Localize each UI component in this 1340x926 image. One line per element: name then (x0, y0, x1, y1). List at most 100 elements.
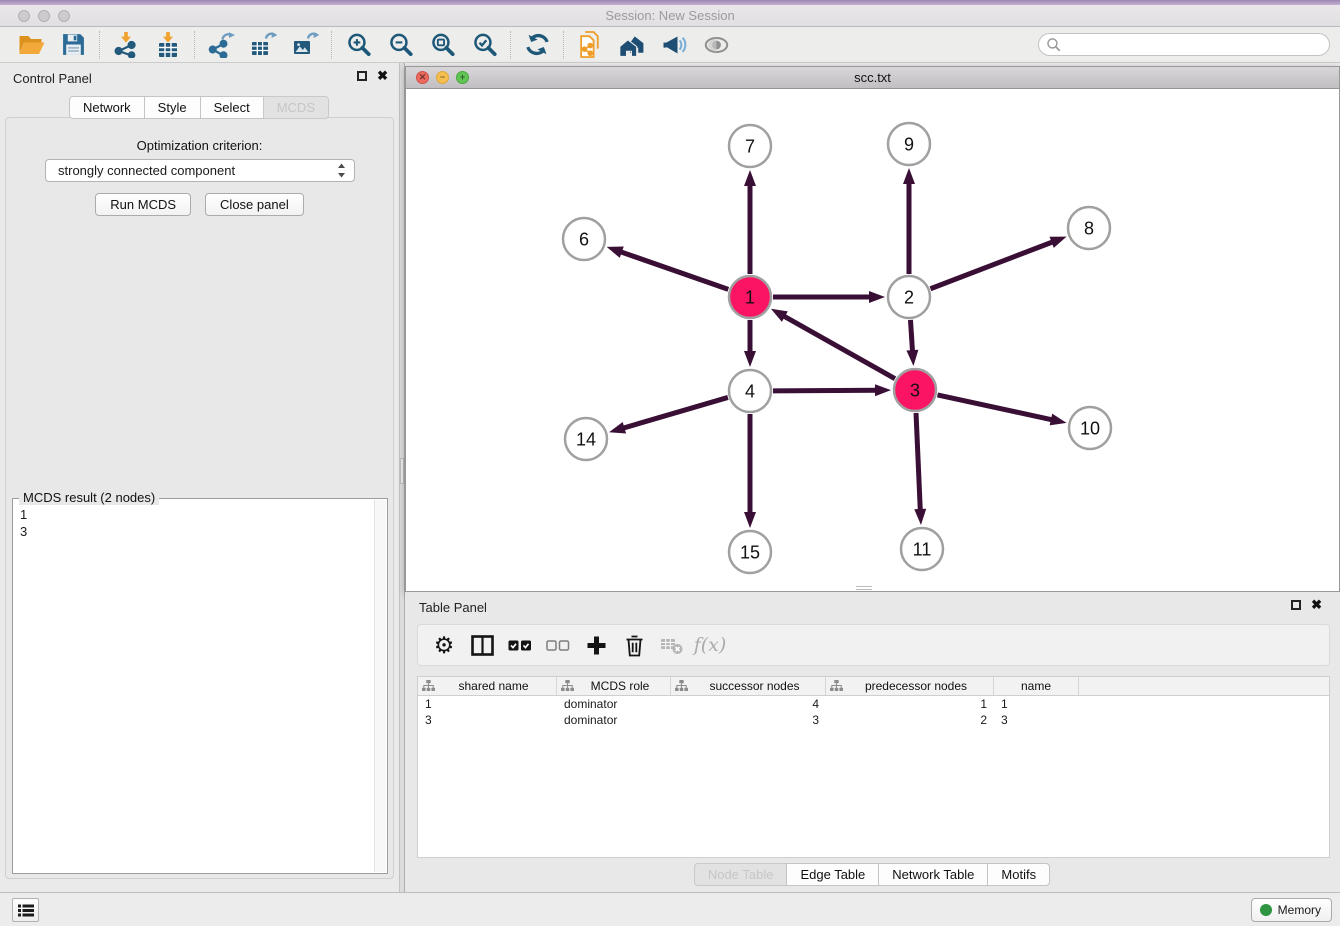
zoom-out-button[interactable] (379, 29, 421, 61)
close-panel-button[interactable]: Close panel (205, 193, 304, 216)
cell-predecessor-nodes[interactable]: 2 (826, 713, 994, 727)
zoom-selected-button[interactable] (463, 29, 505, 61)
save-session-button[interactable] (52, 29, 94, 61)
table-panel-float-icon[interactable] (1291, 600, 1301, 610)
new-network-icon (578, 31, 603, 58)
zoom-fit-button[interactable] (421, 29, 463, 61)
zoom-in-button[interactable] (337, 29, 379, 61)
zoom-out-icon (388, 32, 413, 57)
export-table-button[interactable] (242, 29, 284, 61)
announce-button[interactable] (653, 29, 695, 61)
cell-shared-name[interactable]: 1 (418, 697, 557, 711)
tab-motifs[interactable]: Motifs (987, 863, 1050, 886)
network-window-titlebar[interactable]: ✕ − + scc.txt (406, 67, 1339, 89)
export-image-button[interactable] (284, 29, 326, 61)
column-header-predecessor-nodes[interactable]: predecessor nodes (826, 677, 994, 695)
create-column-button[interactable] (582, 630, 610, 660)
table-settings-button[interactable]: ⚙ (430, 630, 458, 660)
graph-edge-1-6[interactable] (619, 251, 728, 289)
hierarchy-icon (422, 680, 435, 692)
graph-node-label: 14 (576, 429, 596, 449)
search-box[interactable] (1038, 33, 1330, 56)
graph-edge-arrowhead (869, 291, 885, 303)
tab-node-table[interactable]: Node Table (694, 863, 788, 886)
cell-predecessor-nodes[interactable]: 1 (826, 697, 994, 711)
control-panel-close-icon[interactable]: ✖ (377, 71, 388, 81)
graph-edge-3-11[interactable] (916, 413, 920, 512)
hierarchy-icon (561, 680, 574, 692)
panel-divider-handle[interactable] (400, 458, 404, 484)
status-bar: Memory (0, 892, 1340, 926)
graph-edge-4-14[interactable] (622, 397, 728, 428)
mcds-result-scrollbar[interactable] (374, 500, 386, 872)
graph-edge-arrowhead (744, 512, 756, 528)
column-header-shared-name[interactable]: shared name (418, 677, 557, 695)
import-table-button[interactable] (147, 29, 189, 61)
control-panel-float-icon[interactable] (357, 71, 367, 81)
memory-button[interactable]: Memory (1251, 898, 1332, 922)
memory-button-label: Memory (1278, 903, 1321, 917)
tab-network[interactable]: Network (69, 96, 145, 119)
home-button[interactable] (611, 29, 653, 61)
run-mcds-button[interactable]: Run MCDS (95, 193, 191, 216)
save-session-icon (61, 32, 86, 57)
unselect-all-button[interactable] (544, 630, 572, 660)
toolbar-separator (563, 31, 564, 59)
fx-icon: f(x) (694, 634, 727, 656)
tab-mcds[interactable]: MCDS (263, 96, 329, 119)
graph-edge-3-1[interactable] (782, 315, 895, 379)
export-network-button[interactable] (200, 29, 242, 61)
column-header-successor-nodes[interactable]: successor nodes (671, 677, 826, 695)
select-all-button[interactable] (506, 630, 534, 660)
export-network-icon (208, 32, 235, 58)
columns-icon (471, 635, 494, 656)
cell-mcds-role[interactable]: dominator (557, 697, 671, 711)
graph-edge-3-10[interactable] (937, 395, 1053, 420)
function-builder-button[interactable]: f(x) (696, 630, 724, 660)
select-all-icon (508, 640, 532, 651)
cell-successor-nodes[interactable]: 4 (671, 697, 826, 711)
table-row[interactable]: 1 dominator 4 1 1 (418, 696, 1329, 712)
tab-select[interactable]: Select (200, 96, 264, 119)
new-network-button[interactable] (569, 29, 611, 61)
graph-edge-4-3[interactable] (773, 390, 878, 391)
cell-successor-nodes[interactable]: 3 (671, 713, 826, 727)
graph-edge-arrowhead (875, 384, 891, 396)
tab-edge-table[interactable]: Edge Table (786, 863, 879, 886)
cell-shared-name[interactable]: 3 (418, 713, 557, 727)
search-input[interactable] (1061, 38, 1329, 52)
import-network-button[interactable] (105, 29, 147, 61)
eye-button[interactable] (695, 29, 737, 61)
export-table-icon (250, 32, 277, 58)
column-header-name[interactable]: name (994, 677, 1079, 695)
column-header-mcds-role[interactable]: MCDS role (557, 677, 671, 695)
apply-layout-button[interactable] (516, 29, 558, 61)
network-close-icon[interactable]: ✕ (416, 71, 429, 84)
network-minimize-icon[interactable]: − (436, 71, 449, 84)
table-row[interactable]: 3 dominator 3 2 3 (418, 712, 1329, 728)
node-table: shared name MCDS role (417, 676, 1330, 858)
table-panel-close-icon[interactable]: ✖ (1311, 600, 1322, 610)
delete-table-button[interactable] (658, 630, 686, 660)
mcds-result-text[interactable]: 1 3 (14, 502, 373, 872)
graph-edge-2-8[interactable] (930, 241, 1054, 289)
table-panel-tabs: Node Table Edge Table Network Table Moti… (405, 863, 1340, 886)
network-graph[interactable]: 7968124314101511 (406, 89, 1339, 591)
cell-mcds-role[interactable]: dominator (557, 713, 671, 727)
graph-edge-arrowhead (903, 168, 915, 184)
task-history-button[interactable] (12, 898, 39, 922)
criterion-dropdown[interactable]: strongly connected component (45, 159, 355, 182)
show-columns-button[interactable] (468, 630, 496, 660)
open-file-button[interactable] (10, 29, 52, 61)
network-maximize-icon[interactable]: + (456, 71, 469, 84)
cell-name[interactable]: 3 (994, 713, 1079, 727)
cell-name[interactable]: 1 (994, 697, 1079, 711)
tab-network-table[interactable]: Network Table (878, 863, 988, 886)
horizontal-split-handle[interactable] (856, 586, 872, 590)
tab-style[interactable]: Style (144, 96, 201, 119)
graph-edge-2-3[interactable] (910, 320, 912, 353)
delete-columns-button[interactable] (620, 630, 648, 660)
graph-edge-arrowhead (609, 422, 626, 434)
zoom-fit-icon (430, 32, 455, 57)
graph-node-label: 15 (740, 542, 760, 562)
